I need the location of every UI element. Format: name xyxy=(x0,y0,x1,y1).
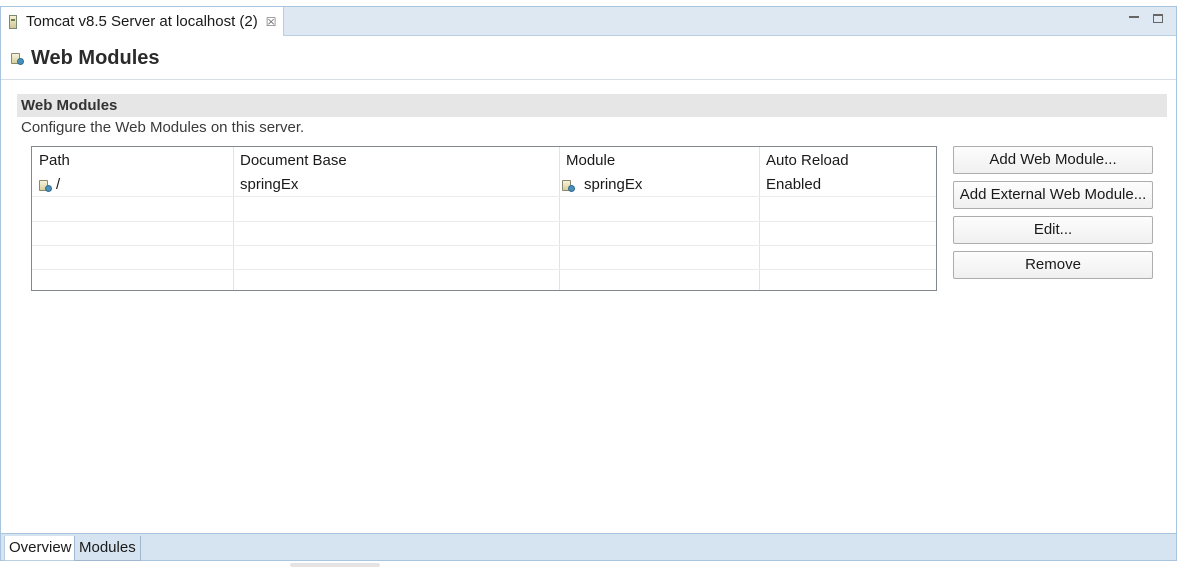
column-header-module[interactable]: Module xyxy=(559,147,759,173)
editor-tab[interactable]: Tomcat v8.5 Server at localhost (2) ☒ xyxy=(1,7,284,36)
tab-overview[interactable]: Overview xyxy=(4,536,77,561)
section-header[interactable]: Web Modules xyxy=(17,94,1167,117)
table-header: Path Document Base Module Auto Reload xyxy=(32,147,936,173)
maximize-icon[interactable] xyxy=(1153,14,1163,23)
editor-page-tabs: Overview Modules xyxy=(1,533,1176,561)
add-web-module-button[interactable]: Add Web Module... xyxy=(953,146,1153,174)
minimize-icon[interactable] xyxy=(1129,16,1139,18)
horizontal-scrollbar[interactable] xyxy=(290,563,380,567)
column-header-auto-reload[interactable]: Auto Reload xyxy=(759,147,935,173)
web-module-icon xyxy=(562,179,575,192)
remove-button[interactable]: Remove xyxy=(953,251,1153,279)
web-modules-table[interactable]: Path Document Base Module Auto Reload / … xyxy=(31,146,937,291)
table-row-empty xyxy=(32,198,936,222)
editor-tab-title: Tomcat v8.5 Server at localhost (2) xyxy=(26,13,258,30)
section-title: Web Modules xyxy=(21,97,118,114)
cell-path: / xyxy=(32,173,233,197)
cell-module: springEx xyxy=(559,173,759,197)
table-row-empty xyxy=(32,222,936,246)
editor-tab-bar: Tomcat v8.5 Server at localhost (2) ☒ xyxy=(1,7,1176,36)
cell-module-text: springEx xyxy=(584,176,643,193)
cell-path-text: / xyxy=(56,176,61,193)
cell-auto-reload: Enabled xyxy=(766,176,822,193)
section-description: Configure the Web Modules on this server… xyxy=(21,119,305,136)
edit-button[interactable]: Edit... xyxy=(953,216,1153,244)
table-row[interactable]: / springEx springEx Enabled xyxy=(32,173,936,197)
server-editor: Tomcat v8.5 Server at localhost (2) ☒ We… xyxy=(0,6,1177,561)
column-header-path[interactable]: Path xyxy=(32,147,234,173)
page-title: Web Modules xyxy=(31,46,160,69)
tab-modules[interactable]: Modules xyxy=(74,536,141,561)
column-header-document-base[interactable]: Document Base xyxy=(233,147,559,173)
web-module-icon xyxy=(11,52,24,65)
form-header: Web Modules xyxy=(1,37,1176,80)
close-icon[interactable]: ☒ xyxy=(266,15,277,29)
table-row-empty xyxy=(32,246,936,270)
web-module-icon xyxy=(39,179,52,192)
cell-document-base: springEx xyxy=(240,176,299,193)
server-icon xyxy=(9,14,17,29)
add-external-web-module-button[interactable]: Add External Web Module... xyxy=(953,181,1153,209)
